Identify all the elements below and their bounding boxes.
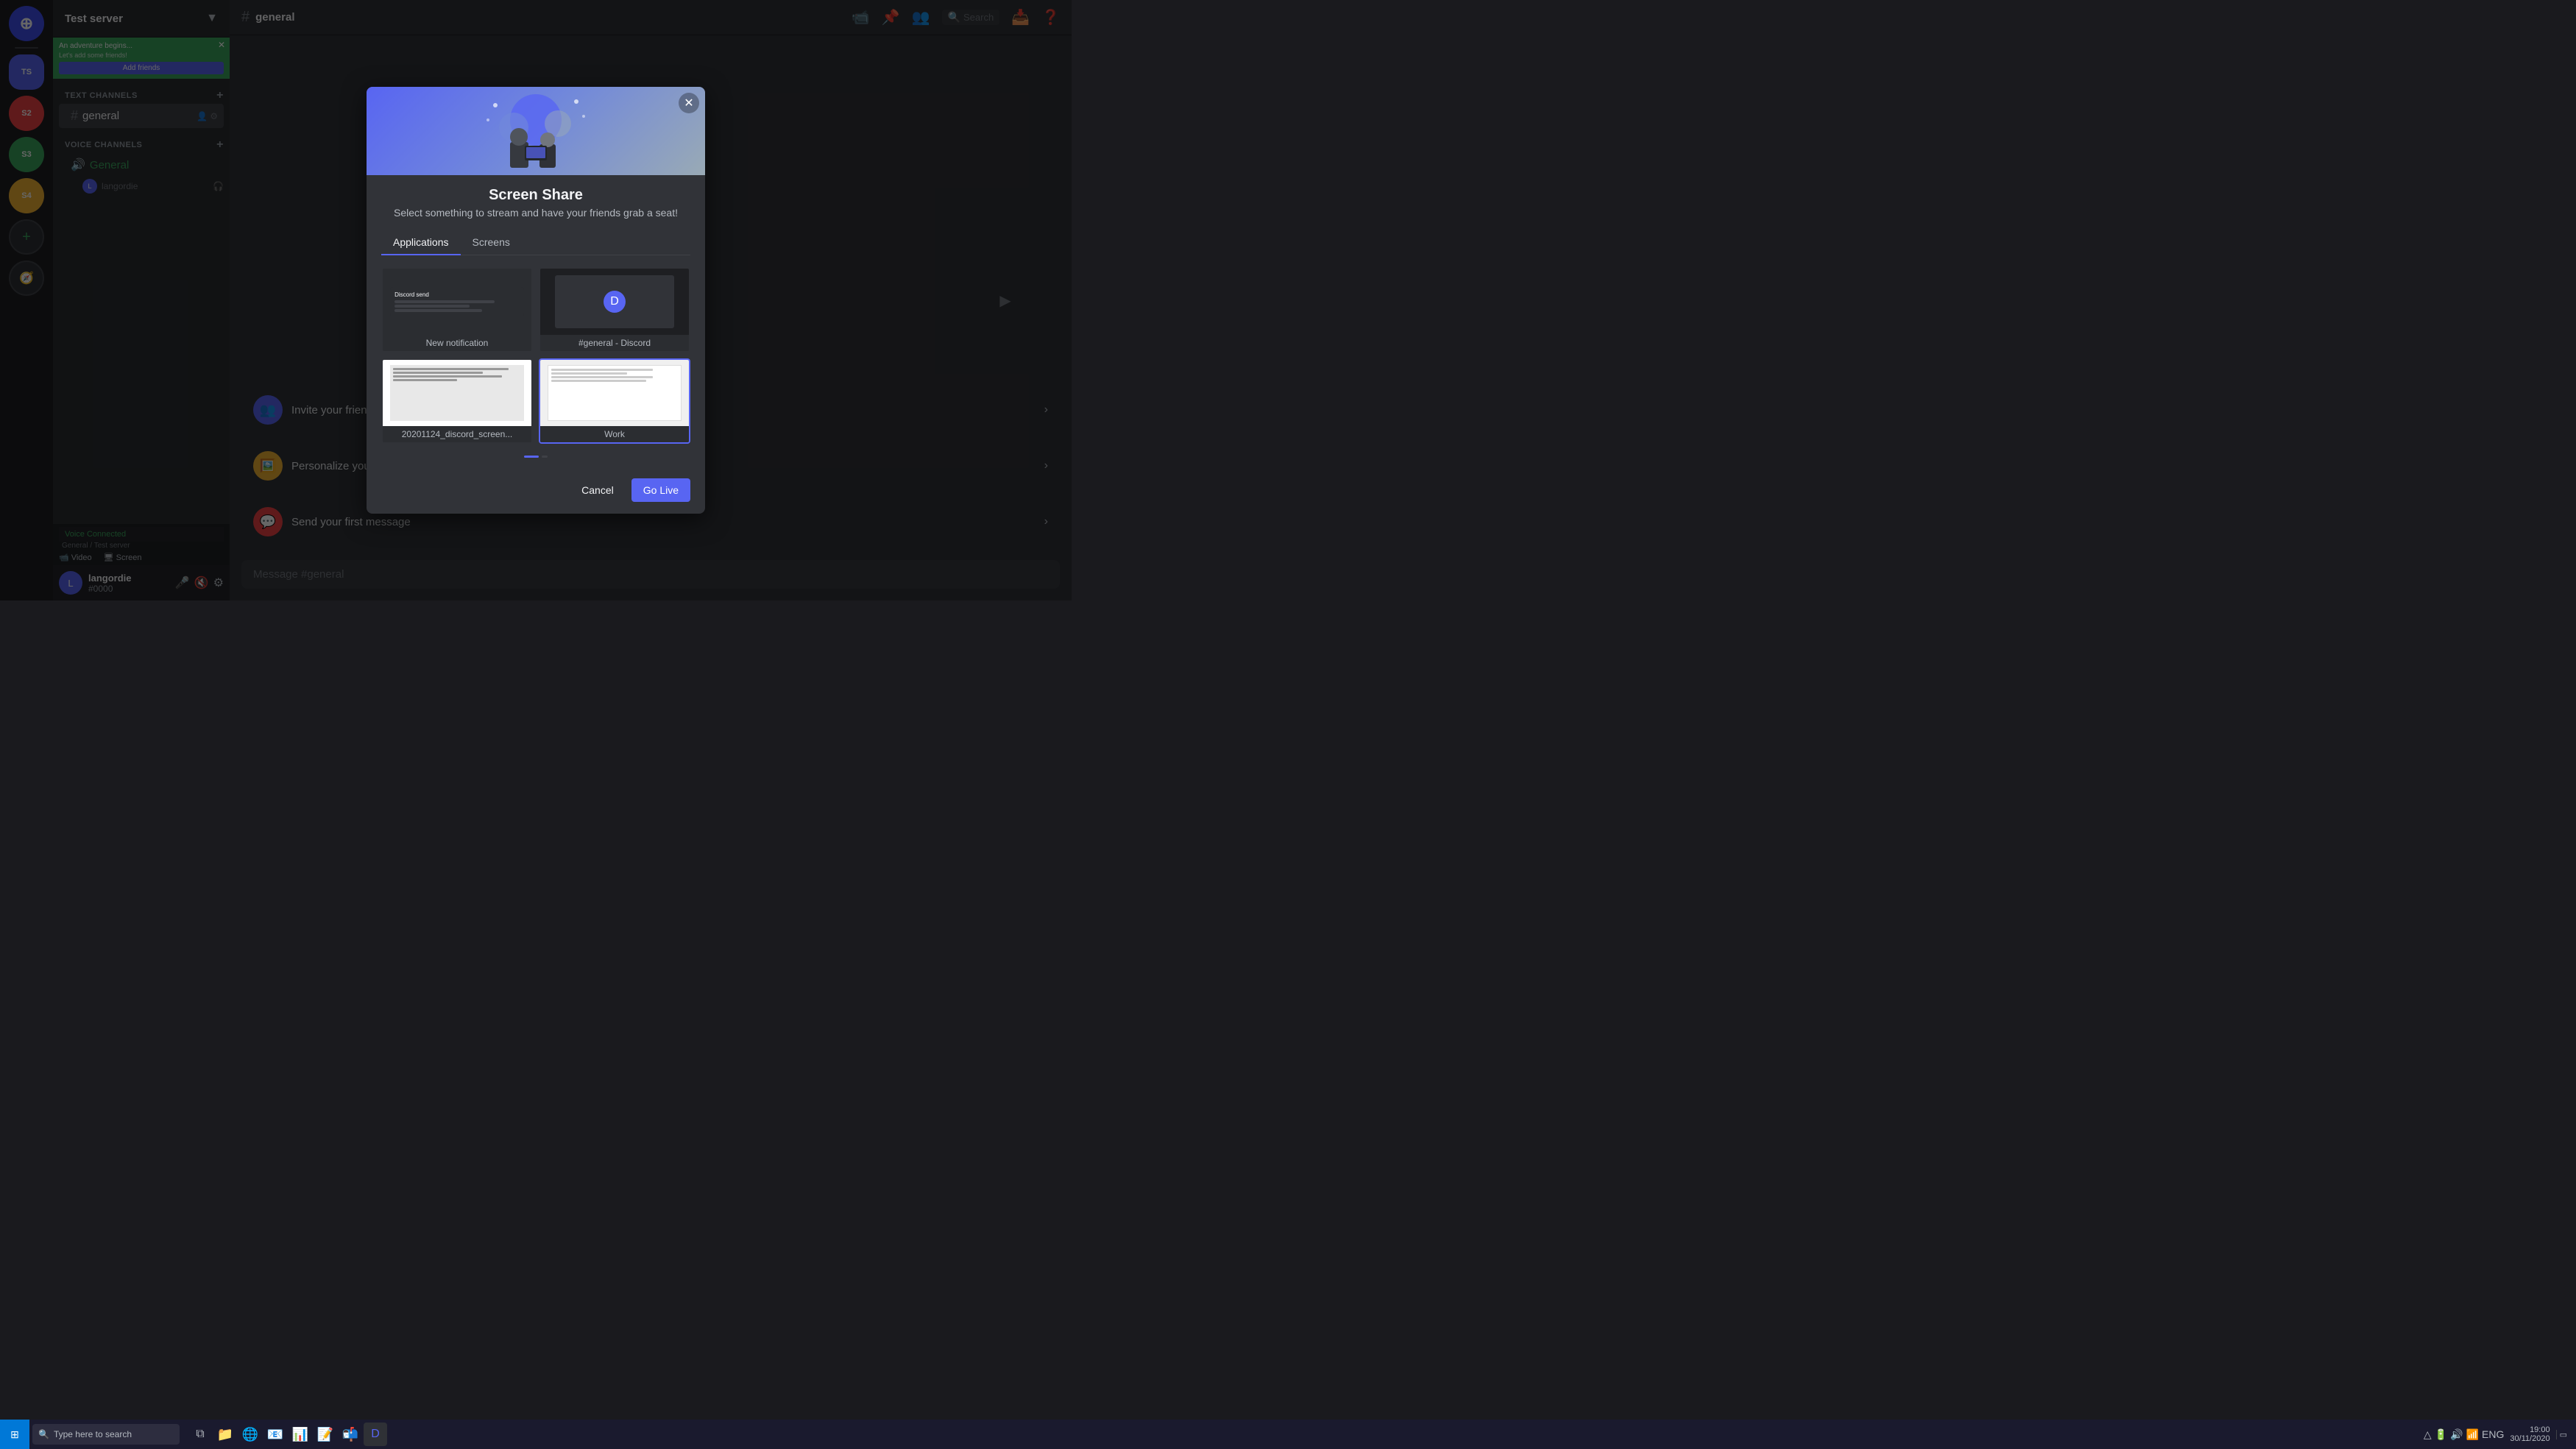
work-content-preview <box>548 365 682 422</box>
screen-share-modal: ✕ Screen Share Select something to strea… <box>367 87 705 514</box>
modal-tabs: Applications Screens <box>381 230 690 255</box>
system-tray-icons: △ 🔋 🔊 📶 ENG <box>2424 1428 2504 1441</box>
taskbar-search-placeholder: Type here to search <box>54 1429 132 1439</box>
file-explorer-button[interactable]: 📁 <box>213 1423 237 1446</box>
work-line-2 <box>551 372 627 375</box>
task-view-button[interactable]: ⧉ <box>188 1423 212 1446</box>
outlook-button[interactable]: 📬 <box>339 1423 362 1446</box>
work-line-3 <box>551 376 652 378</box>
taskbar-clock: 19:00 30/11/2020 <box>2510 1425 2550 1443</box>
lang-label: ENG <box>2482 1428 2504 1441</box>
word-button[interactable]: 📝 <box>314 1423 337 1446</box>
app-item-discord[interactable]: D #general - Discord <box>539 267 690 352</box>
cancel-button[interactable]: Cancel <box>570 478 626 502</box>
taskbar-search-icon: 🔍 <box>38 1429 49 1439</box>
volume-icon[interactable]: 🔊 <box>2450 1428 2463 1441</box>
work-thumbnail <box>540 360 689 426</box>
scroll-indicator <box>381 456 690 458</box>
taskbar-system-tray: △ 🔋 🔊 📶 ENG 19:00 30/11/2020 ▭ <box>2424 1425 2576 1443</box>
work-line-4 <box>551 380 646 382</box>
screenshot-app-label: 20201124_discord_screen... <box>383 426 531 442</box>
modal-hero-illustration <box>455 87 617 175</box>
scroll-dot-1 <box>524 456 539 458</box>
start-button[interactable]: ⊞ <box>0 1420 29 1449</box>
windows-taskbar: ⊞ 🔍 Type here to search ⧉ 📁 🌐 📧 📊 📝 📬 D … <box>0 1420 2576 1449</box>
work-app-label: Work <box>540 426 689 442</box>
excel-button[interactable]: 📊 <box>289 1423 312 1446</box>
ss-line-1 <box>393 368 508 370</box>
tab-applications[interactable]: Applications <box>381 230 461 255</box>
notif-lines <box>394 300 520 312</box>
tray-icon-1[interactable]: △ <box>2424 1428 2432 1441</box>
show-desktop-button[interactable]: ▭ <box>2556 1430 2567 1439</box>
ss-line-4 <box>393 379 457 381</box>
modal-close-button[interactable]: ✕ <box>679 93 699 113</box>
time-display: 19:00 <box>2510 1425 2550 1434</box>
tab-screens[interactable]: Screens <box>461 230 522 255</box>
modal-overlay: ✕ Screen Share Select something to strea… <box>0 0 1072 600</box>
battery-icon[interactable]: 🔋 <box>2435 1428 2447 1441</box>
modal-subtitle: Select something to stream and have your… <box>381 207 690 219</box>
go-live-button[interactable]: Go Live <box>631 478 690 502</box>
apps-grid: Discord send New notification <box>381 267 690 444</box>
modal-footer: Cancel Go Live <box>367 478 705 514</box>
ss-line-3 <box>393 375 502 378</box>
discord-thumbnail: D <box>540 269 689 335</box>
discord-app: ⊕ TS S2 S3 S4 + 🧭 Test server ▼ An adven… <box>0 0 1072 600</box>
notif-line-3 <box>394 309 482 312</box>
ss-line-2 <box>393 372 483 374</box>
date-display: 30/11/2020 <box>2510 1434 2550 1443</box>
app-item-screenshot[interactable]: 20201124_discord_screen... <box>381 358 533 444</box>
app-item-notification[interactable]: Discord send New notification <box>381 267 533 352</box>
notification-app-label: New notification <box>383 335 531 351</box>
modal-title: Screen Share <box>381 187 690 204</box>
taskbar-search-bar[interactable]: 🔍 Type here to search <box>32 1424 180 1445</box>
screenshot-thumbnail <box>383 360 531 426</box>
notif-line-1 <box>394 300 495 303</box>
scroll-dot-2 <box>542 456 548 458</box>
mail-button[interactable]: 📧 <box>263 1423 287 1446</box>
browser-button[interactable]: 🌐 <box>238 1423 262 1446</box>
work-line-1 <box>551 369 652 371</box>
discord-app-label: #general - Discord <box>540 335 689 351</box>
discord-taskbar-icon: D <box>371 1428 380 1441</box>
notification-content-preview: Discord send <box>390 287 524 316</box>
network-icon[interactable]: 📶 <box>2466 1428 2479 1441</box>
taskbar-apps-group: ⧉ 📁 🌐 📧 📊 📝 📬 D <box>188 1423 387 1446</box>
modal-hero-section: ✕ <box>367 87 705 175</box>
notif-title-preview: Discord send <box>394 291 520 298</box>
screenshot-content-preview <box>390 365 524 422</box>
notification-thumbnail: Discord send <box>383 269 531 335</box>
modal-body: Screen Share Select something to stream … <box>367 175 705 478</box>
discord-taskbar-button[interactable]: D <box>364 1423 387 1446</box>
discord-large-icon: D <box>604 291 626 313</box>
app-item-work[interactable]: Work <box>539 358 690 444</box>
discord-window-preview: D <box>555 275 674 328</box>
notif-line-2 <box>394 305 470 308</box>
